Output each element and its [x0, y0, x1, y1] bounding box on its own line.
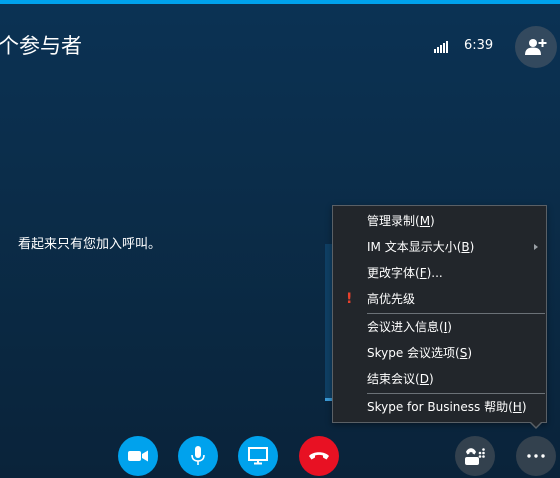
phone-dialpad-icon [465, 448, 485, 465]
menu-item-end-meeting[interactable]: 结束会议(D) [333, 367, 546, 391]
menu-item-meeting-entry-info[interactable]: 会议进入信息(I) [333, 315, 546, 339]
microphone-button[interactable] [178, 436, 218, 476]
more-options-icon [527, 454, 545, 458]
menu-item-manage-recording[interactable]: 管理录制(M) [333, 209, 546, 233]
top-accent-bar [0, 0, 560, 4]
video-camera-icon [128, 450, 148, 462]
menu-item-high-priority[interactable]: ! 高优先级 [333, 287, 546, 311]
alone-message: 看起来只有您加入呼叫。 [18, 237, 162, 252]
present-button[interactable] [238, 436, 278, 476]
hang-up-button[interactable] [299, 436, 339, 476]
menu-item-change-font[interactable]: 更改字体(F)... [333, 261, 546, 285]
exclamation-icon: ! [346, 291, 353, 307]
video-button[interactable] [118, 436, 158, 476]
monitor-icon [248, 447, 268, 465]
microphone-icon [191, 446, 205, 465]
submenu-arrow-icon [534, 244, 538, 250]
add-participant-button[interactable] [515, 26, 557, 68]
more-options-menu: 管理录制(M) IM 文本显示大小(B) 更改字体(F)... ! 高优先级 会… [332, 205, 547, 423]
participants-title: 个参与者 [0, 34, 82, 58]
menu-item-help[interactable]: Skype for Business 帮助(H) [333, 395, 546, 419]
menu-separator [367, 313, 545, 314]
menu-separator [367, 393, 545, 394]
menu-item-meeting-options[interactable]: Skype 会议选项(S) [333, 341, 546, 365]
call-controls-button[interactable] [455, 436, 495, 476]
menu-pointer [529, 421, 543, 429]
hang-up-icon [309, 452, 329, 460]
add-person-icon [525, 39, 547, 55]
call-duration: 6:39 [464, 38, 494, 53]
menu-item-im-text-size[interactable]: IM 文本显示大小(B) [333, 235, 546, 259]
signal-strength-icon [434, 39, 450, 53]
more-options-button[interactable] [516, 436, 556, 476]
